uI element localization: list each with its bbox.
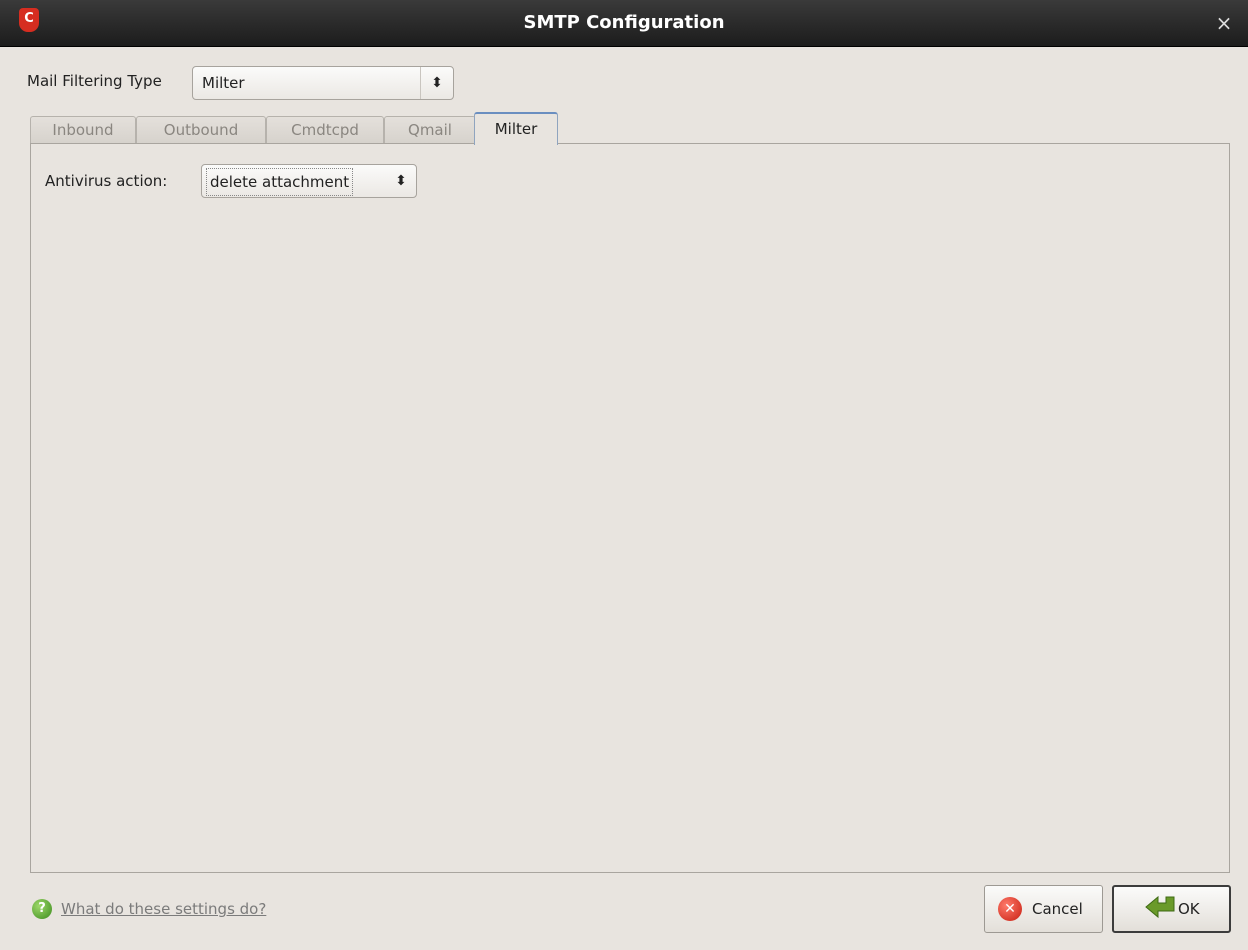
antivirus-action-select[interactable]: delete attachment ⬍ [201,164,417,198]
cancel-icon: ✕ [998,897,1022,921]
close-icon[interactable]: × [1214,13,1234,33]
antivirus-action-label: Antivirus action: [45,172,168,190]
tab-qmail[interactable]: Qmail [384,116,476,144]
ok-button[interactable]: OK [1112,885,1231,933]
cancel-button-label: Cancel [1032,900,1083,918]
window-title: SMTP Configuration [523,12,725,33]
tab-inbound[interactable]: Inbound [30,116,136,144]
milter-tab-panel [30,143,1230,873]
mail-filtering-type-label: Mail Filtering Type [27,72,162,90]
tab-outbound[interactable]: Outbound [136,116,266,144]
cancel-button[interactable]: ✕ Cancel [984,885,1103,933]
ok-button-label: OK [1178,900,1200,918]
mail-filtering-type-select[interactable]: Milter ⬍ [192,66,454,100]
title-bar: C SMTP Configuration × [0,0,1248,47]
antivirus-action-value: delete attachment [206,168,354,196]
tab-milter[interactable]: Milter [474,112,558,145]
mail-filtering-type-value: Milter [202,74,245,92]
enter-arrow-icon [1145,895,1175,919]
updown-arrows-icon: ⬍ [395,173,407,189]
help-icon: ? [32,899,52,919]
help-link[interactable]: What do these settings do? [61,900,266,918]
tab-cmdtcpd[interactable]: Cmdtcpd [266,116,384,144]
updown-arrows-icon: ⬍ [420,67,453,99]
